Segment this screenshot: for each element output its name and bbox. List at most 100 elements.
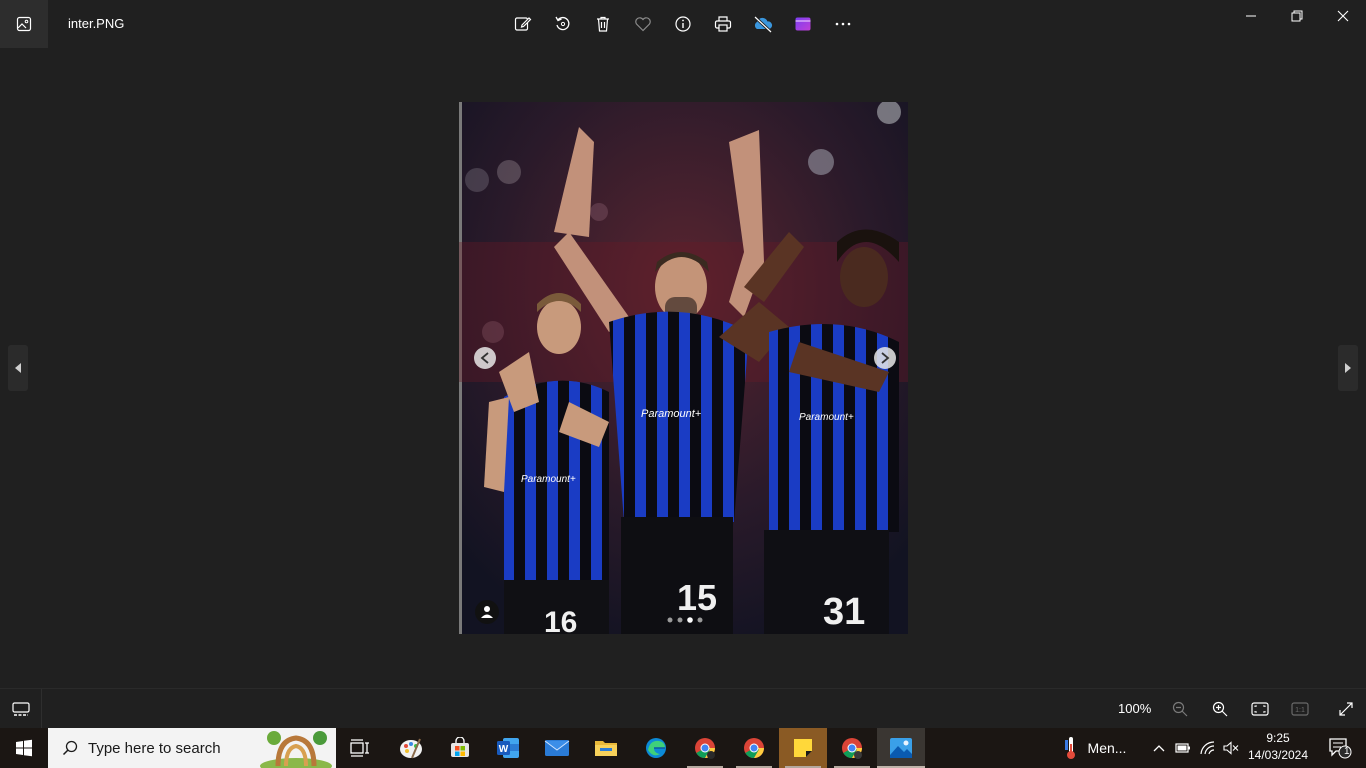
edit-image-button[interactable] (503, 4, 543, 44)
onedrive-button[interactable] (743, 4, 783, 44)
thermometer-icon (1064, 737, 1075, 759)
weather-widget[interactable]: Men... (1056, 728, 1134, 768)
chevron-right-icon (1345, 363, 1351, 373)
folder-icon (595, 741, 617, 756)
favorite-button[interactable] (623, 4, 663, 44)
zoom-out-icon (1172, 701, 1188, 717)
file-info-button[interactable] (663, 4, 703, 44)
clipchamp-button[interactable] (783, 4, 823, 44)
zoom-out-button[interactable] (1160, 689, 1200, 729)
carousel-dot (697, 617, 703, 623)
taskbar-chrome-profile-1[interactable] (681, 728, 729, 768)
sponsor-right: Paramount+ (799, 412, 854, 423)
network-tray-button[interactable] (1197, 728, 1219, 768)
windows-logo-icon (16, 739, 32, 757)
search-highlight-illustration (256, 728, 336, 768)
taskbar-search-box[interactable]: Type here to search (48, 728, 336, 768)
player-number-31: 31 (823, 591, 865, 633)
full-screen-button[interactable] (1326, 689, 1366, 729)
minimize-icon (1246, 15, 1256, 17)
restore-icon (1291, 10, 1303, 22)
filmstrip-button[interactable] (0, 689, 42, 729)
actual-size-button[interactable]: 1:1 (1280, 689, 1320, 729)
volume-tray-button[interactable] (1220, 728, 1242, 768)
fit-to-window-button[interactable] (1240, 689, 1280, 729)
next-image-button[interactable] (1338, 345, 1358, 391)
battery-icon (1175, 743, 1190, 753)
image-viewer: Paramount+ Paramount+ Paramount+ 16 15 3… (0, 48, 1366, 688)
zoom-in-icon (1212, 701, 1228, 717)
carousel-dot (667, 617, 673, 623)
chrome-icon (842, 738, 862, 759)
mail-icon (544, 740, 570, 756)
svg-text:W: W (499, 744, 509, 755)
edge-icon (646, 738, 666, 758)
zoom-in-button[interactable] (1200, 689, 1240, 729)
photos-app-icon[interactable] (0, 0, 48, 48)
paint-palette-icon (400, 738, 422, 759)
battery-tray-icon-button[interactable] (1172, 728, 1194, 768)
clipchamp-icon (795, 17, 811, 31)
taskbar-paint-app[interactable] (387, 728, 435, 768)
edit-image-icon (514, 17, 532, 31)
previous-image-button[interactable] (8, 345, 28, 391)
file-name: inter.PNG (68, 16, 125, 31)
taskbar-file-explorer[interactable] (582, 728, 630, 768)
chrome-icon (744, 738, 764, 759)
heart-icon (635, 17, 651, 32)
taskbar-sticky-notes[interactable] (779, 728, 827, 768)
filmstrip-icon (11, 702, 30, 716)
printer-icon (714, 16, 732, 32)
task-view-icon (350, 739, 369, 757)
window-controls (1228, 0, 1366, 32)
search-placeholder: Type here to search (88, 739, 221, 757)
taskbar-photos-app[interactable] (877, 728, 925, 768)
sponsor-middle: Paramount+ (641, 408, 702, 420)
taskbar-clock[interactable]: 9:25 14/03/2024 (1244, 730, 1312, 764)
fit-window-icon (1251, 702, 1269, 716)
clock-time: 9:25 (1266, 731, 1290, 745)
minimize-button[interactable] (1228, 0, 1274, 32)
displayed-photo: Paramount+ Paramount+ Paramount+ 16 15 3… (459, 102, 908, 634)
notification-center-button[interactable]: 1 (1318, 728, 1362, 768)
chevron-left-icon (15, 363, 21, 373)
task-view-button[interactable] (336, 728, 384, 768)
rotate-button[interactable] (543, 4, 583, 44)
photos-icon (890, 738, 912, 758)
trash-icon (597, 16, 609, 32)
rotate-icon (555, 16, 570, 31)
print-button[interactable] (703, 4, 743, 44)
taskbar-chrome-profile-3[interactable] (828, 728, 876, 768)
taskbar-mail-app[interactable] (533, 728, 581, 768)
more-icon (835, 22, 851, 26)
weather-text: Men... (1087, 740, 1127, 756)
taskbar-chrome-profile-2[interactable] (730, 728, 778, 768)
taskbar-edge-browser[interactable] (632, 728, 680, 768)
delete-button[interactable] (583, 4, 623, 44)
taskbar-store-app[interactable] (436, 728, 484, 768)
actual-size-icon: 1:1 (1291, 702, 1309, 716)
zoom-level: 100% (1118, 701, 1152, 716)
restore-button[interactable] (1274, 0, 1320, 32)
player-number-15: 15 (677, 577, 717, 618)
photo-prev-overlay (474, 347, 496, 369)
windows-taskbar: Type here to search W Men... 9:25 14/03/… (0, 728, 1366, 768)
onedrive-cloud-icon (753, 15, 773, 33)
wifi-icon (1200, 741, 1215, 755)
start-button[interactable] (0, 728, 48, 768)
svg-text:1:1: 1:1 (1295, 707, 1305, 714)
sticky-notes-icon (794, 739, 812, 757)
clock-date: 14/03/2024 (1247, 748, 1309, 762)
close-button[interactable] (1320, 0, 1366, 32)
taskbar-word-app[interactable]: W (484, 728, 532, 768)
chrome-icon (695, 738, 715, 759)
expand-icon (1339, 702, 1353, 716)
photo-next-overlay (874, 347, 896, 369)
show-hidden-icons-button[interactable] (1148, 728, 1170, 768)
see-more-button[interactable] (823, 4, 863, 44)
word-icon: W (497, 738, 519, 758)
carousel-dot-active (687, 617, 693, 623)
store-bag-icon (451, 737, 469, 757)
player-number-16: 16 (544, 606, 577, 634)
status-bar: 100% 1:1 (0, 688, 1366, 729)
